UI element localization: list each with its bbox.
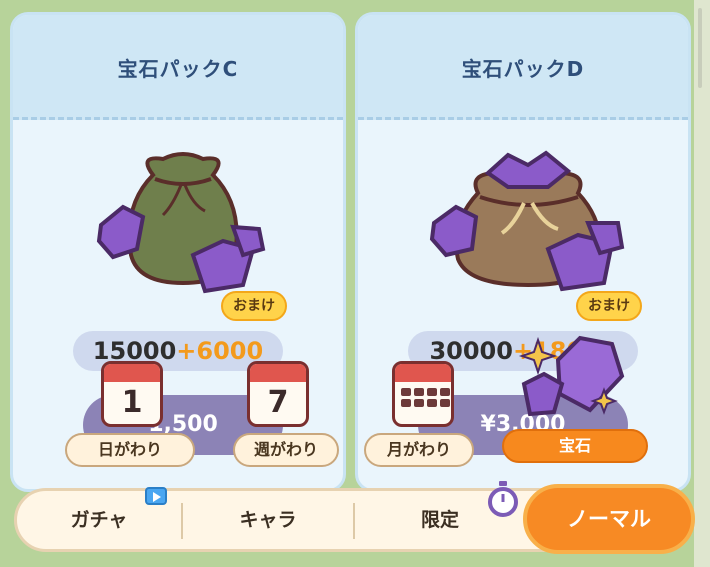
pack-card-d[interactable]: 宝石パックD おまけ 30000+18000 ¥3,000 月がわり 宝石 xyxy=(355,12,691,492)
background-strip xyxy=(694,0,710,567)
pack-title: 宝石パックD xyxy=(461,57,585,81)
monthly-refresh-chip[interactable]: 月がわり xyxy=(364,433,474,467)
daily-calendar-icon: 1 xyxy=(101,361,163,427)
pack-title: 宝石パックC xyxy=(117,57,239,81)
green-bag-icon xyxy=(96,152,266,294)
weekly-refresh-chip[interactable]: 週がわり xyxy=(233,433,339,467)
daily-refresh-chip[interactable]: 日がわり xyxy=(65,433,195,467)
sparkle-icon xyxy=(518,336,558,376)
bonus-tag: おまけ xyxy=(221,291,287,321)
pack-card-c[interactable]: 宝石パックC おまけ 15000+6000 1,500 1 7 日がわり 週がわ… xyxy=(10,12,346,492)
gem-bonus: +6000 xyxy=(176,337,264,365)
stopwatch-icon xyxy=(488,481,518,517)
scrollbar[interactable] xyxy=(698,8,702,88)
gem-icon xyxy=(518,335,625,417)
weekly-calendar-icon: 7 xyxy=(247,361,309,427)
bonus-tag: おまけ xyxy=(576,291,642,321)
play-icon xyxy=(145,487,167,505)
brown-bag-icon xyxy=(429,150,625,292)
calendar-day-number: 1 xyxy=(121,385,143,420)
calendar-day-number: 7 xyxy=(267,385,289,420)
gem-category-chip[interactable]: 宝石 xyxy=(502,429,648,463)
tab-normal[interactable]: ノーマル xyxy=(523,484,695,554)
tab-chara[interactable]: キャラ xyxy=(183,491,353,549)
monthly-calendar-icon xyxy=(392,361,454,427)
